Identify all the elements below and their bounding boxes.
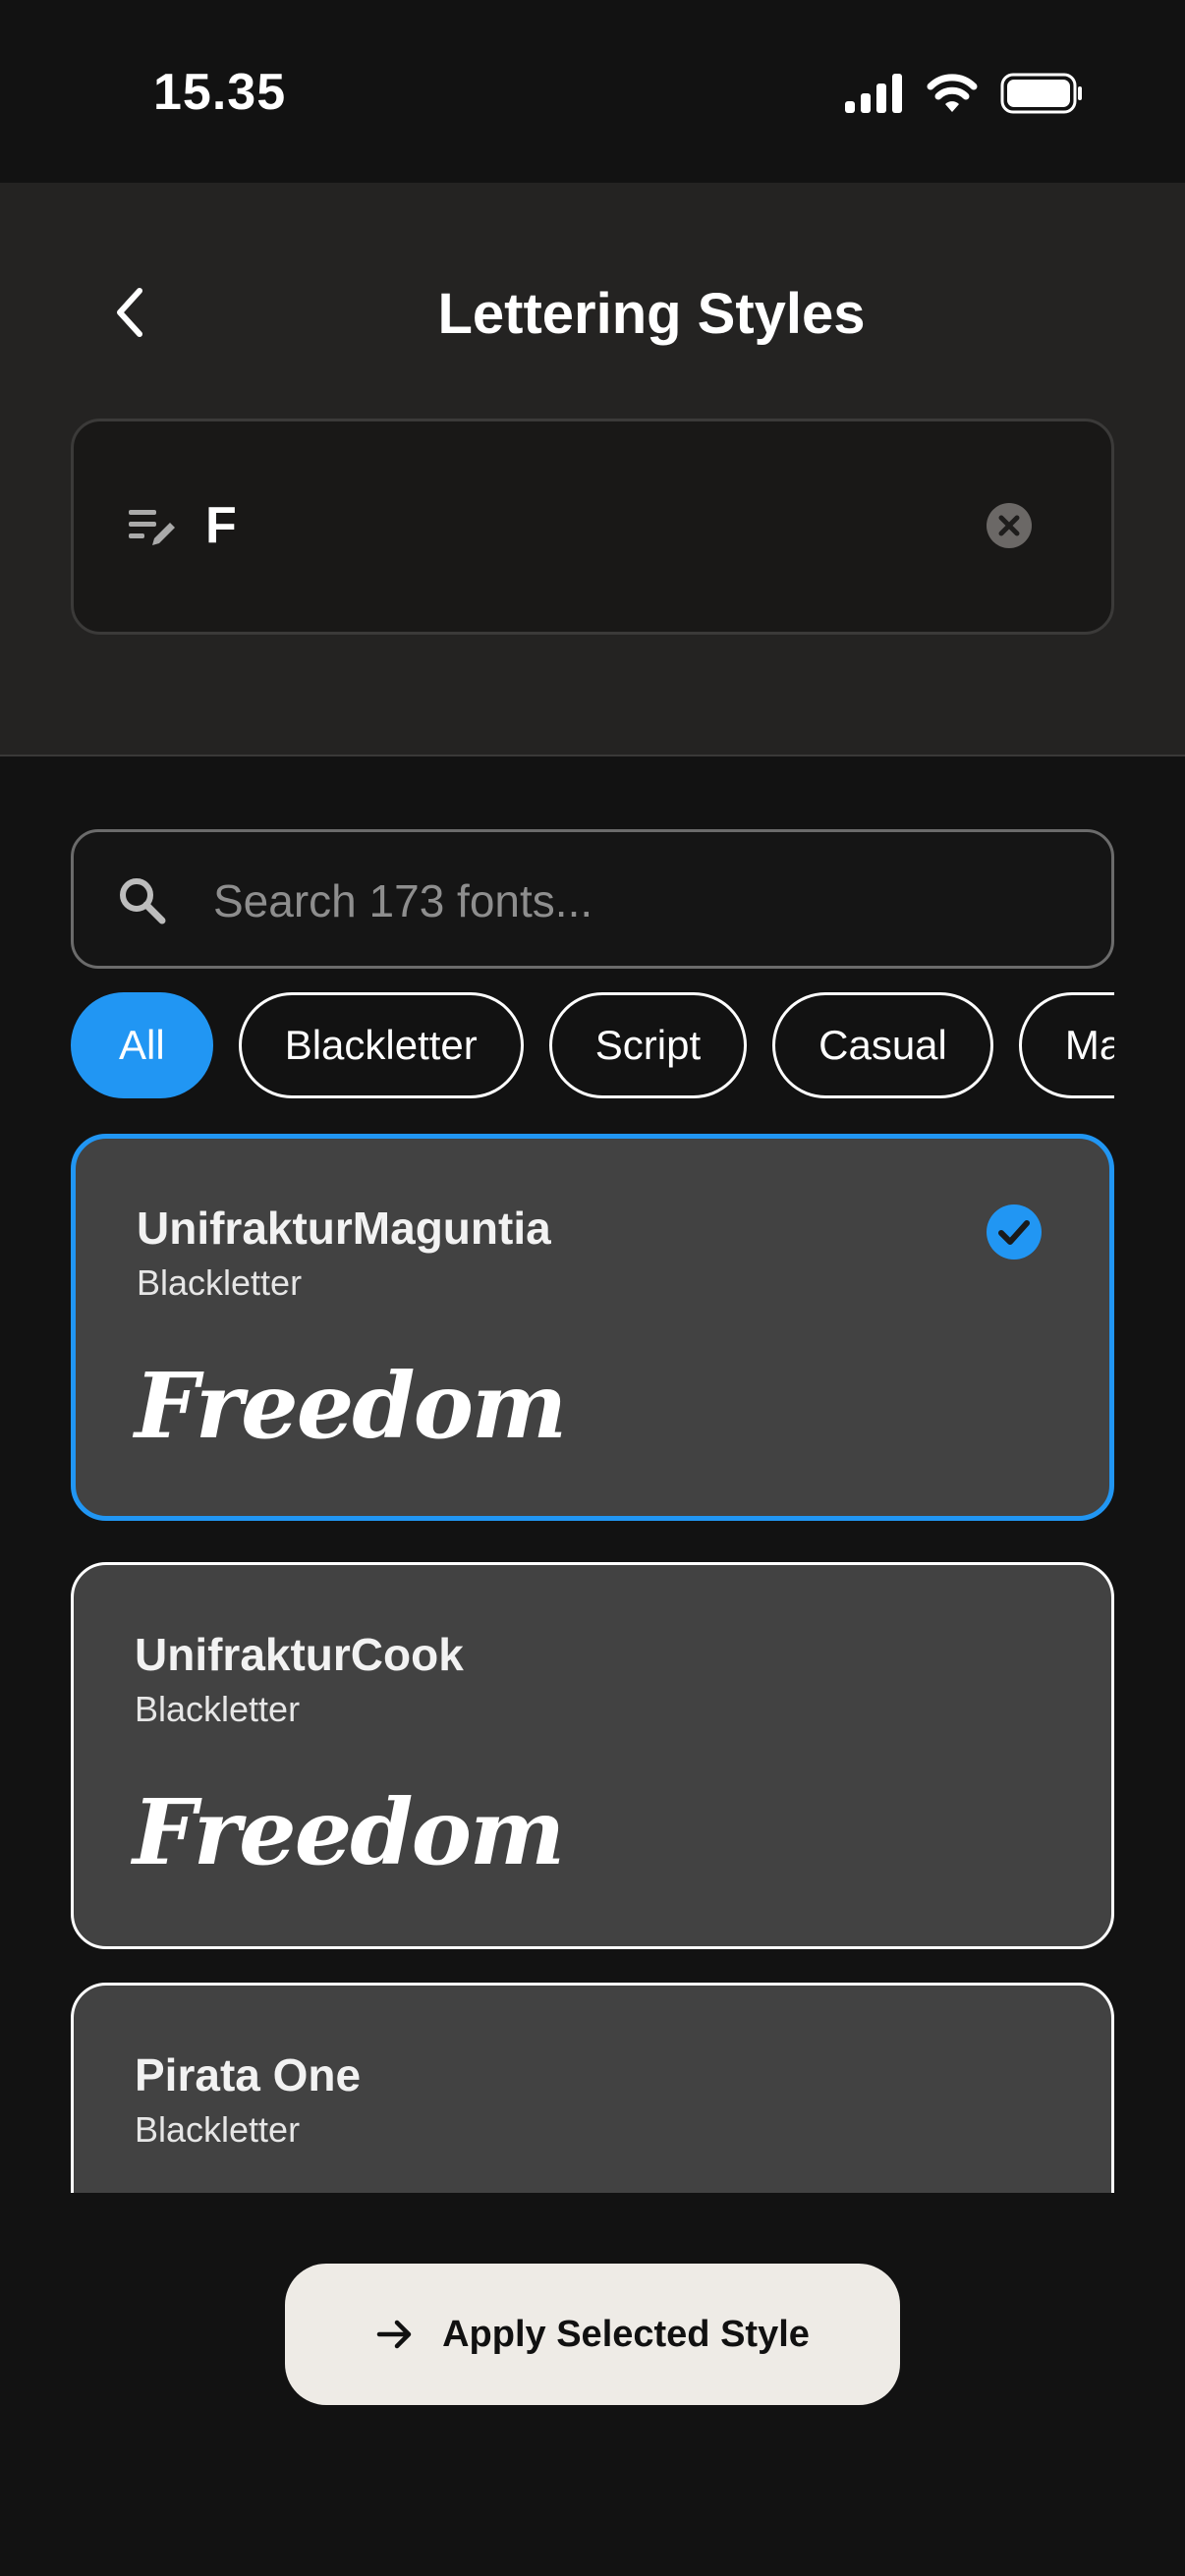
clear-circle-icon[interactable]: [986, 502, 1033, 549]
font-category: Blackletter: [137, 1262, 303, 1303]
font-card-unifrakturcook[interactable]: UnifrakturCook Blackletter Freedom: [71, 1562, 1114, 1949]
chip-more[interactable]: Ma: [1018, 992, 1114, 1098]
text-edit-icon: [129, 510, 175, 545]
battery-icon: [1000, 73, 1082, 114]
check-circle-icon: [987, 1204, 1042, 1260]
search-icon: [120, 878, 166, 924]
status-icons: [845, 73, 1083, 114]
wifi-icon: [927, 74, 978, 112]
cellular-signal-icon: [845, 74, 902, 113]
apply-selected-style-button[interactable]: Apply Selected Style: [285, 2264, 900, 2405]
font-name: Pirata One: [135, 2049, 362, 2100]
chip-all[interactable]: All: [71, 992, 213, 1098]
font-list[interactable]: UnifrakturMaguntia Blackletter Freedom U…: [71, 1134, 1114, 2193]
font-preview: Freedom: [133, 1779, 565, 1885]
chip-blackletter[interactable]: Blackletter: [238, 992, 524, 1098]
chip-casual[interactable]: Casual: [772, 992, 993, 1098]
font-preview: Freedom: [135, 1353, 567, 1459]
header: Lettering Styles F: [0, 183, 1185, 756]
lettering-text-value: F: [205, 497, 237, 554]
apply-button-label: Apply Selected Style: [442, 2313, 810, 2355]
font-name: UnifrakturCook: [135, 1629, 464, 1680]
lettering-text-field[interactable]: F: [71, 419, 1114, 635]
status-time: 15.35: [153, 64, 287, 121]
font-card-unifrakturmaguntia[interactable]: UnifrakturMaguntia Blackletter Freedom: [71, 1134, 1114, 1521]
category-filter-bar: All Blackletter Script Casual Ma: [71, 992, 1114, 1100]
chip-script[interactable]: Script: [548, 992, 748, 1098]
arrow-right-icon: [376, 2320, 412, 2349]
font-category: Blackletter: [135, 2109, 301, 2150]
font-category: Blackletter: [135, 1689, 301, 1729]
search-input[interactable]: [213, 862, 1058, 940]
page-title: Lettering Styles: [437, 282, 866, 346]
font-card-pirata-one[interactable]: Pirata One Blackletter: [71, 1983, 1114, 2193]
font-name: UnifrakturMaguntia: [137, 1203, 551, 1254]
font-search-box[interactable]: [71, 829, 1114, 969]
status-bar: 15.35: [0, 0, 1185, 183]
